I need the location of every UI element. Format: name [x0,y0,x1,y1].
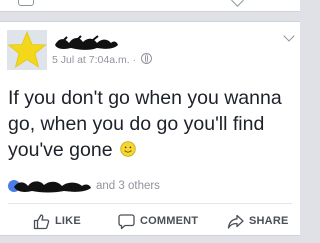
post-body: If you don't go when you wanna go, when … [8,85,296,163]
redacted-reactor-names [14,181,91,193]
previous-post-edge [0,0,300,12]
post-timestamp[interactable]: 5 Jul at 7:04a.m. [52,54,130,66]
comment-label: COMMENT [140,215,199,227]
like-label: LIKE [55,215,81,227]
reaction-count-text[interactable]: and 3 others [96,180,160,192]
previous-post-icon [18,0,34,6]
thumbs-up-icon [33,213,50,229]
avatar[interactable] [7,30,47,70]
post-card: 5 Jul at 7:04a.m. · If you don't go when… [0,21,300,236]
comment-button[interactable]: COMMENT [118,211,198,231]
actions-divider [8,203,292,204]
post-text: If you don't go when you wanna go, when … [8,87,282,161]
comment-bubble-icon [118,213,135,229]
reactions-summary[interactable]: and 3 others [8,178,268,194]
post-meta: 5 Jul at 7:04a.m. · [52,53,152,66]
like-button[interactable]: LIKE [33,211,81,231]
meta-separator: · [132,54,137,66]
share-label: SHARE [249,215,289,227]
post-options-chevron-icon[interactable] [283,30,295,42]
smiley-emoji-icon [120,141,136,157]
redacted-author-name [55,35,118,50]
share-arrow-icon [227,214,244,229]
chevron-down-icon [231,0,244,7]
share-button[interactable]: SHARE [227,211,289,231]
globe-icon [140,53,152,64]
